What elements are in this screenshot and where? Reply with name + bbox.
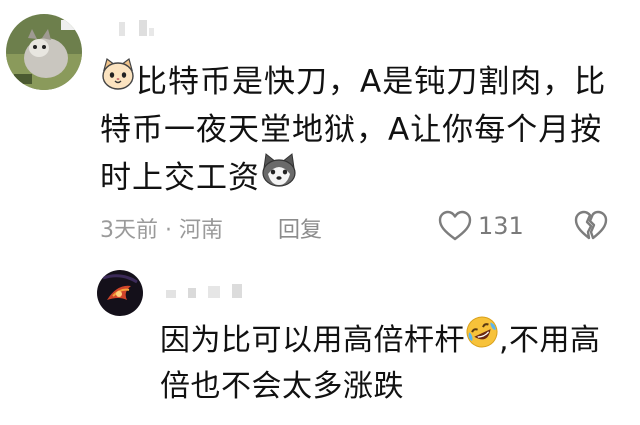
dislike-broken-heart-icon[interactable] xyxy=(574,210,608,248)
commenter-avatar[interactable] xyxy=(6,14,82,90)
comment-time-location: 3天前 · 河南 xyxy=(100,218,224,243)
comment-line-2: 特币一夜天堂地狱，A让你每个月按 xyxy=(100,112,603,148)
cat-face-icon xyxy=(100,56,136,106)
reply-button[interactable]: 回复 xyxy=(278,212,322,244)
reply-line-2: 倍也不会太多涨跌 xyxy=(160,369,404,404)
comment-text: 比特币是快刀，A是钝刀割肉，比 特币一夜天堂地狱，A让你每个月按 时上交工资 xyxy=(100,56,620,202)
replier-username-obscured[interactable] xyxy=(160,282,260,304)
like-count: 131 xyxy=(478,212,524,240)
rofl-face-icon xyxy=(465,315,499,363)
commenter-username-obscured[interactable] xyxy=(105,18,165,40)
husky-face-icon xyxy=(260,152,298,202)
comment-meta-row: 3天前 · 河南 回复 131 xyxy=(100,208,620,244)
reply-line-1: 因为比可以用高倍杆杆 ,不用高 xyxy=(160,315,620,364)
replier-avatar[interactable] xyxy=(97,270,143,316)
comment-line-3: 时上交工资 xyxy=(100,152,620,202)
comment-line-1: 比特币是快刀，A是钝刀割肉，比 xyxy=(100,56,620,106)
like-heart-icon[interactable] xyxy=(438,210,472,248)
reply-text: 因为比可以用高倍杆杆 ,不用高 倍也不会太多涨跌 xyxy=(160,315,620,410)
